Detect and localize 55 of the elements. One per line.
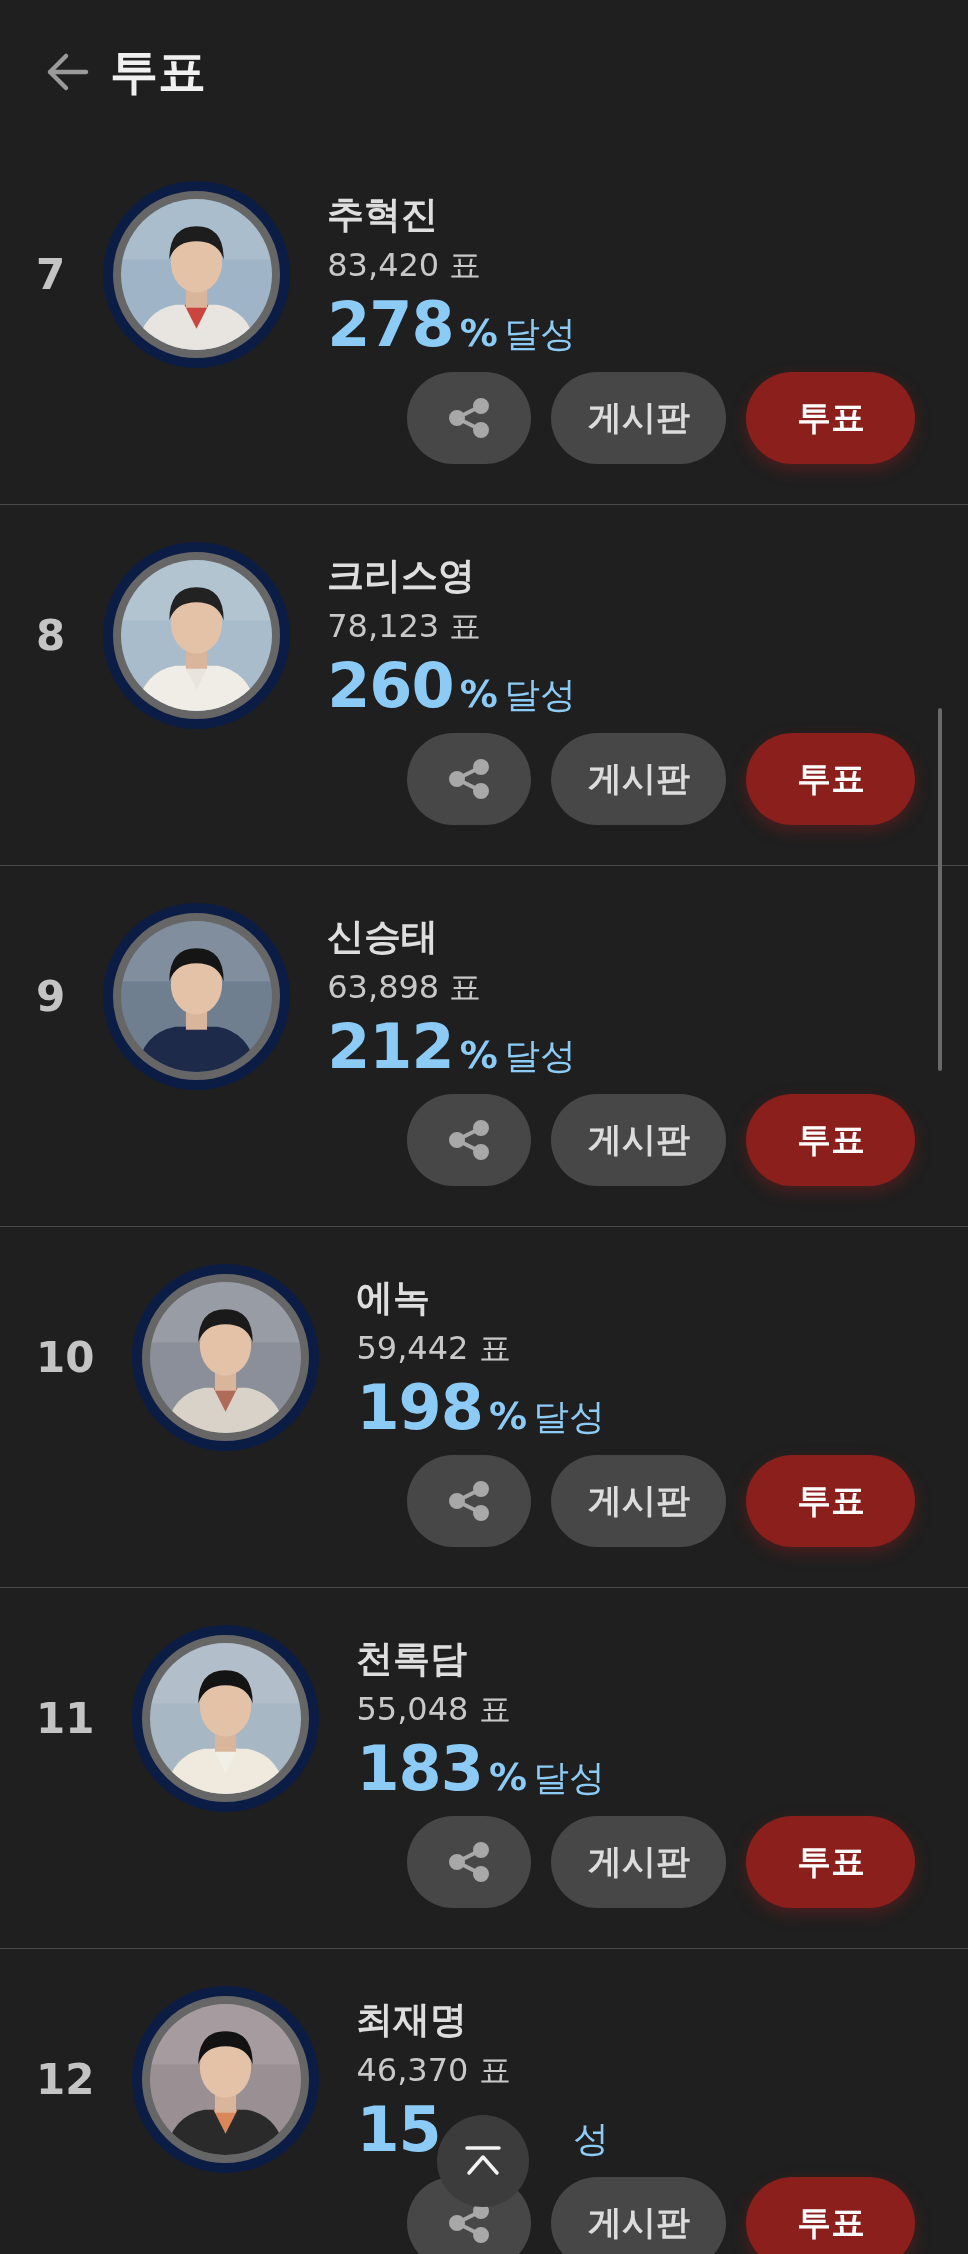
vote-button[interactable]: 투표 <box>746 1094 915 1186</box>
vote-button[interactable]: 투표 <box>746 733 915 825</box>
rank-number: 10 <box>36 1333 95 1382</box>
share-icon <box>447 1842 491 1882</box>
achievement-percent: 15 <box>356 2097 441 2163</box>
achievement-label: 달성 <box>532 1395 605 1439</box>
vote-count: 63,898 표 <box>327 967 483 1008</box>
achievement-label: 달성 <box>503 312 576 356</box>
page-title: 투표 <box>110 42 206 101</box>
achievement-percent: 212 <box>327 1014 454 1080</box>
candidate-name: 추혁진 <box>327 192 440 238</box>
achievement-label: 달성 <box>503 673 576 717</box>
percent-sign: % <box>488 1755 527 1799</box>
share-icon <box>447 398 491 438</box>
percent-sign: % <box>459 311 498 355</box>
achievement-percent: 278 <box>327 292 454 358</box>
achievement-label: 성 <box>572 2117 609 2161</box>
board-button[interactable]: 게시판 <box>551 1094 726 1186</box>
rank-number: 12 <box>36 2055 95 2104</box>
achievement-label: 달성 <box>503 1034 576 1078</box>
arrow-up-icon <box>463 2145 503 2177</box>
percent-sign: % <box>488 1394 527 1438</box>
candidate-name: 크리스영 <box>327 553 477 599</box>
board-button[interactable]: 게시판 <box>551 2177 726 2254</box>
achievement-percent: 183 <box>356 1736 483 1802</box>
share-icon <box>447 1481 491 1521</box>
rank-number: 7 <box>36 250 66 299</box>
percent-sign: % <box>459 672 498 716</box>
rank-number: 11 <box>36 1694 95 1743</box>
candidate-name: 천록담 <box>356 1636 469 1682</box>
achievement-percent: 198 <box>356 1375 483 1441</box>
percent-sign: % <box>459 1033 498 1077</box>
vote-button[interactable]: 투표 <box>746 2177 915 2254</box>
board-button[interactable]: 게시판 <box>551 1455 726 1547</box>
board-button[interactable]: 게시판 <box>551 1816 726 1908</box>
candidate-name: 신승태 <box>327 914 440 960</box>
candidate-name: 에녹 <box>356 1275 432 1321</box>
vote-button[interactable]: 투표 <box>746 372 915 464</box>
share-icon <box>447 1120 491 1160</box>
candidate-name: 최재명 <box>356 1997 469 2043</box>
vote-count: 59,442 표 <box>356 1328 512 1369</box>
board-button[interactable]: 게시판 <box>551 733 726 825</box>
vote-count: 46,370 표 <box>356 2050 512 2091</box>
achievement-percent: 260 <box>327 653 454 719</box>
vote-count: 78,123 표 <box>327 606 483 647</box>
achievement-label: 달성 <box>532 1756 605 1800</box>
vote-button[interactable]: 투표 <box>746 1455 915 1547</box>
scrollbar[interactable] <box>938 708 942 1071</box>
vote-count: 83,420 표 <box>327 245 483 286</box>
share-icon <box>447 759 491 799</box>
rank-number: 9 <box>36 972 66 1021</box>
board-button[interactable]: 게시판 <box>551 372 726 464</box>
vote-button[interactable]: 투표 <box>746 1816 915 1908</box>
vote-count: 55,048 표 <box>356 1689 512 1730</box>
rank-number: 8 <box>36 611 66 660</box>
